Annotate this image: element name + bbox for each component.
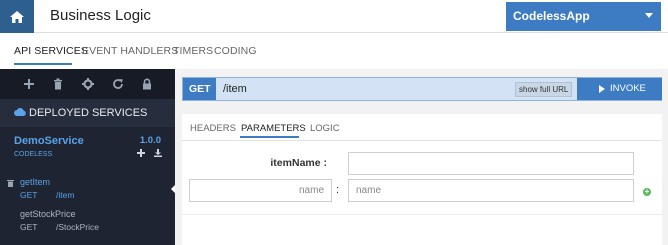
item-name-input[interactable] <box>348 152 634 175</box>
play-icon <box>599 85 605 93</box>
section-tabs: API SERVICES EVENT HANDLERS TIMERS CODIN… <box>0 33 668 69</box>
divider <box>182 214 662 215</box>
tab-coding[interactable]: CODING <box>214 45 257 57</box>
deployed-services-label: DEPLOYED SERVICES <box>29 107 148 119</box>
chevron-down-icon <box>645 13 653 18</box>
method-name: getItem <box>20 177 51 187</box>
gear-icon[interactable] <box>82 78 94 90</box>
home-button[interactable] <box>0 0 34 33</box>
invoke-button[interactable]: INVOKE <box>577 78 662 100</box>
http-method-badge: GET <box>183 78 216 100</box>
method-item-getitem[interactable]: getItem GET /item <box>20 177 74 200</box>
service-actions <box>131 149 162 160</box>
active-subtab-indicator <box>240 136 299 138</box>
trash-icon[interactable] <box>52 78 64 90</box>
method-path: /StockPrice <box>56 222 99 232</box>
main-panel: GET /item show full URL INVOKE HEADERS P… <box>175 69 668 245</box>
method-path: /item <box>56 190 75 200</box>
app-selector-label: CodelessApp <box>513 9 590 23</box>
method-name: getStockPrice <box>20 209 76 219</box>
add-method-icon[interactable] <box>137 149 148 160</box>
lock-icon[interactable] <box>141 78 153 90</box>
home-icon <box>10 10 24 23</box>
active-tab-indicator <box>14 63 72 65</box>
request-config-card: HEADERS PARAMETERS LOGIC itemName : : + <box>182 114 662 245</box>
param-value-input[interactable] <box>348 179 634 202</box>
plus-icon[interactable] <box>23 78 35 90</box>
item-name-label: itemName : <box>270 157 327 169</box>
tab-timers[interactable]: TIMERS <box>173 45 213 57</box>
tab-parameters[interactable]: PARAMETERS <box>241 123 306 134</box>
request-path: /item <box>223 83 247 95</box>
tab-logic[interactable]: LOGIC <box>310 123 340 134</box>
divider <box>182 140 662 141</box>
add-param-icon[interactable]: + <box>643 188 651 196</box>
show-full-url-button[interactable]: show full URL <box>515 82 573 97</box>
service-name[interactable]: DemoService <box>14 135 84 147</box>
cloud-icon <box>14 108 26 116</box>
method-verb: GET <box>20 190 38 200</box>
sidebar: DEPLOYED SERVICES DemoService 1.0.0 CODE… <box>0 69 175 245</box>
download-icon[interactable] <box>154 149 162 160</box>
sidebar-toolbar <box>0 69 175 99</box>
tab-headers[interactable]: HEADERS <box>190 123 236 134</box>
page-title: Business Logic <box>50 7 151 24</box>
deployed-services-header[interactable]: DEPLOYED SERVICES <box>0 99 175 127</box>
request-bar: GET /item show full URL INVOKE <box>182 77 662 101</box>
param-name-input[interactable] <box>189 179 332 202</box>
refresh-icon[interactable] <box>112 78 124 90</box>
top-bar: Business Logic CodelessApp <box>0 0 668 33</box>
service-version: 1.0.0 <box>139 135 161 146</box>
app-selector[interactable]: CodelessApp <box>506 2 661 31</box>
tab-event-handlers[interactable]: EVENT HANDLERS <box>82 45 178 57</box>
service-subtitle: CODELESS <box>14 151 53 158</box>
tab-api-services[interactable]: API SERVICES <box>14 45 88 57</box>
method-verb: GET <box>20 222 38 232</box>
trash-icon[interactable] <box>7 179 14 187</box>
method-item-getstockprice[interactable]: getStockPrice GET /StockPrice <box>20 209 99 232</box>
param-separator: : <box>336 184 340 196</box>
invoke-label: INVOKE <box>610 83 646 94</box>
